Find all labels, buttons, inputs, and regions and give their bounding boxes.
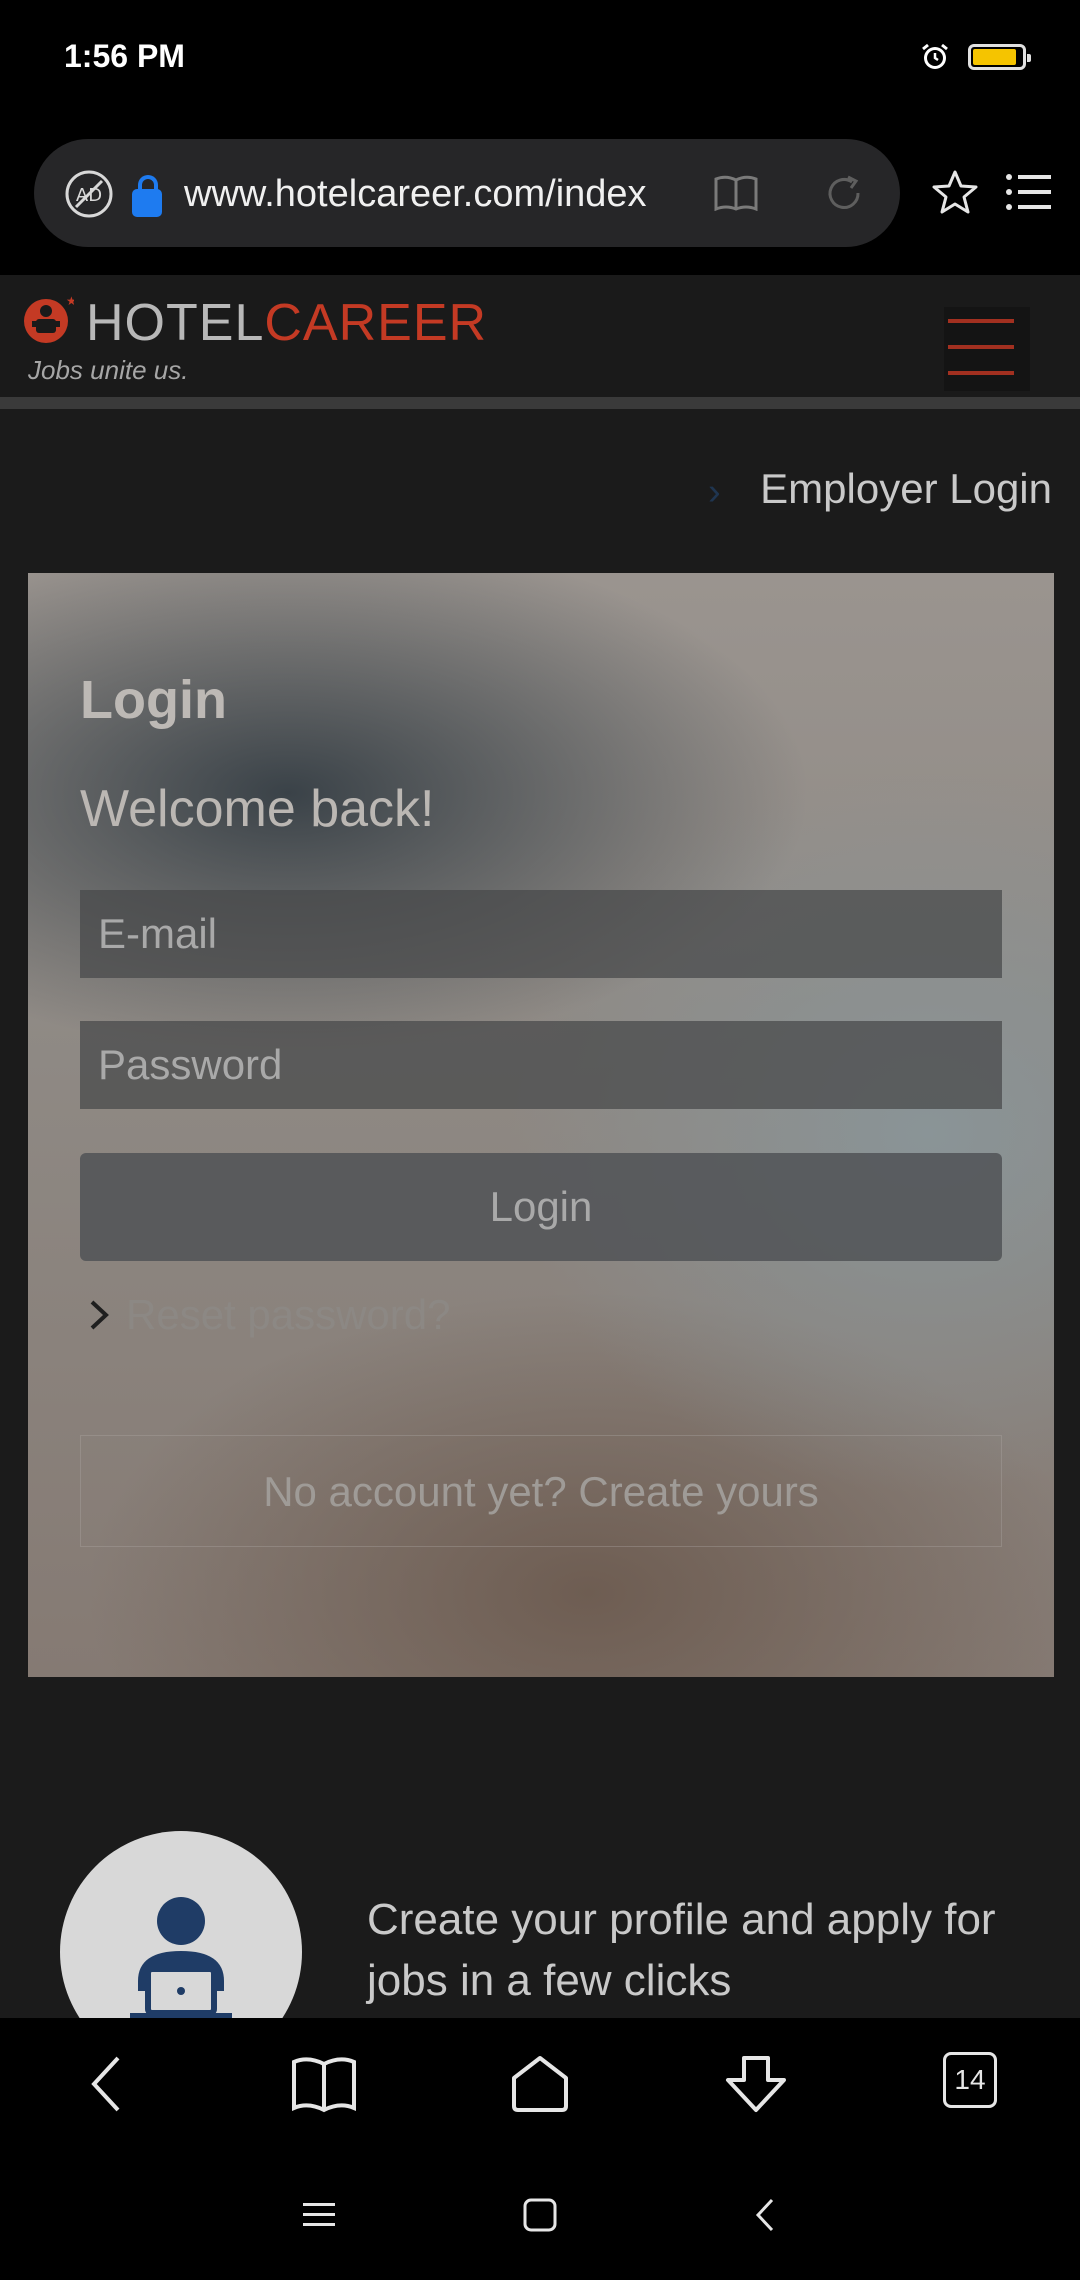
- url-text[interactable]: www.hotelcareer.com/index: [184, 169, 694, 219]
- address-bar[interactable]: AD www.hotelcareer.com/index: [34, 139, 900, 247]
- back-icon[interactable]: [74, 2052, 142, 2116]
- site-logo[interactable]: HOTELCAREER: [86, 295, 487, 351]
- hotelcareer-logo-icon[interactable]: ★: [22, 293, 74, 345]
- chevron-right-icon: ›: [708, 471, 721, 513]
- status-bar: 1:56 PM: [0, 0, 1080, 120]
- home-nav-icon[interactable]: [521, 2196, 559, 2234]
- web-page: ★ HOTELCAREER Jobs unite us. › Employer …: [0, 275, 1080, 2018]
- tabs-icon[interactable]: 14: [943, 2052, 997, 2108]
- battery-icon: [968, 44, 1031, 70]
- password-field[interactable]: [80, 1021, 1002, 1109]
- home-icon[interactable]: [506, 2052, 574, 2116]
- person-laptop-icon: [130, 1897, 232, 2018]
- logo-hotel-text: HOTEL: [86, 294, 265, 352]
- hamburger-menu-button[interactable]: [944, 307, 1030, 391]
- recents-icon[interactable]: [300, 2196, 338, 2234]
- login-subtitle: Welcome back!: [80, 780, 435, 838]
- browser-toolbar: AD www.hotelcareer.com/index: [0, 120, 1080, 275]
- profile-illustration: [60, 1831, 302, 2018]
- login-title: Login: [80, 670, 227, 730]
- create-account-button[interactable]: No account yet? Create yours: [80, 1435, 1002, 1547]
- download-icon[interactable]: [722, 2052, 790, 2116]
- browser-menu-icon[interactable]: [1005, 172, 1051, 212]
- bookmark-star-icon[interactable]: [930, 168, 980, 218]
- site-tagline: Jobs unite us.: [28, 355, 189, 385]
- login-card: Login Welcome back! Login Reset password…: [28, 573, 1054, 1677]
- site-header: ★ HOTELCAREER Jobs unite us.: [0, 275, 1080, 397]
- reader-mode-icon[interactable]: [714, 175, 758, 211]
- logo-career-text: CAREER: [264, 294, 488, 352]
- email-field[interactable]: [80, 890, 1002, 978]
- back-nav-icon[interactable]: [748, 2196, 786, 2234]
- header-divider: [0, 397, 1080, 409]
- status-time: 1:56 PM: [64, 38, 185, 74]
- employer-login-link[interactable]: Employer Login: [760, 465, 1052, 513]
- ad-block-icon[interactable]: AD: [64, 169, 114, 219]
- browser-bottom-bar: 14: [0, 2018, 1080, 2150]
- promo-text: Create your profile and apply for jobs i…: [367, 1895, 996, 2005]
- svg-text:★: ★: [66, 294, 74, 308]
- login-button[interactable]: Login: [80, 1153, 1002, 1261]
- system-nav-bar: [0, 2150, 1080, 2280]
- lock-icon: [132, 175, 162, 217]
- chevron-right-icon: [90, 1300, 109, 1330]
- bookmarks-icon[interactable]: [290, 2052, 358, 2116]
- reload-icon[interactable]: [824, 173, 864, 213]
- reset-password-link[interactable]: Reset password?: [126, 1291, 451, 1339]
- alarm-icon: [922, 43, 948, 69]
